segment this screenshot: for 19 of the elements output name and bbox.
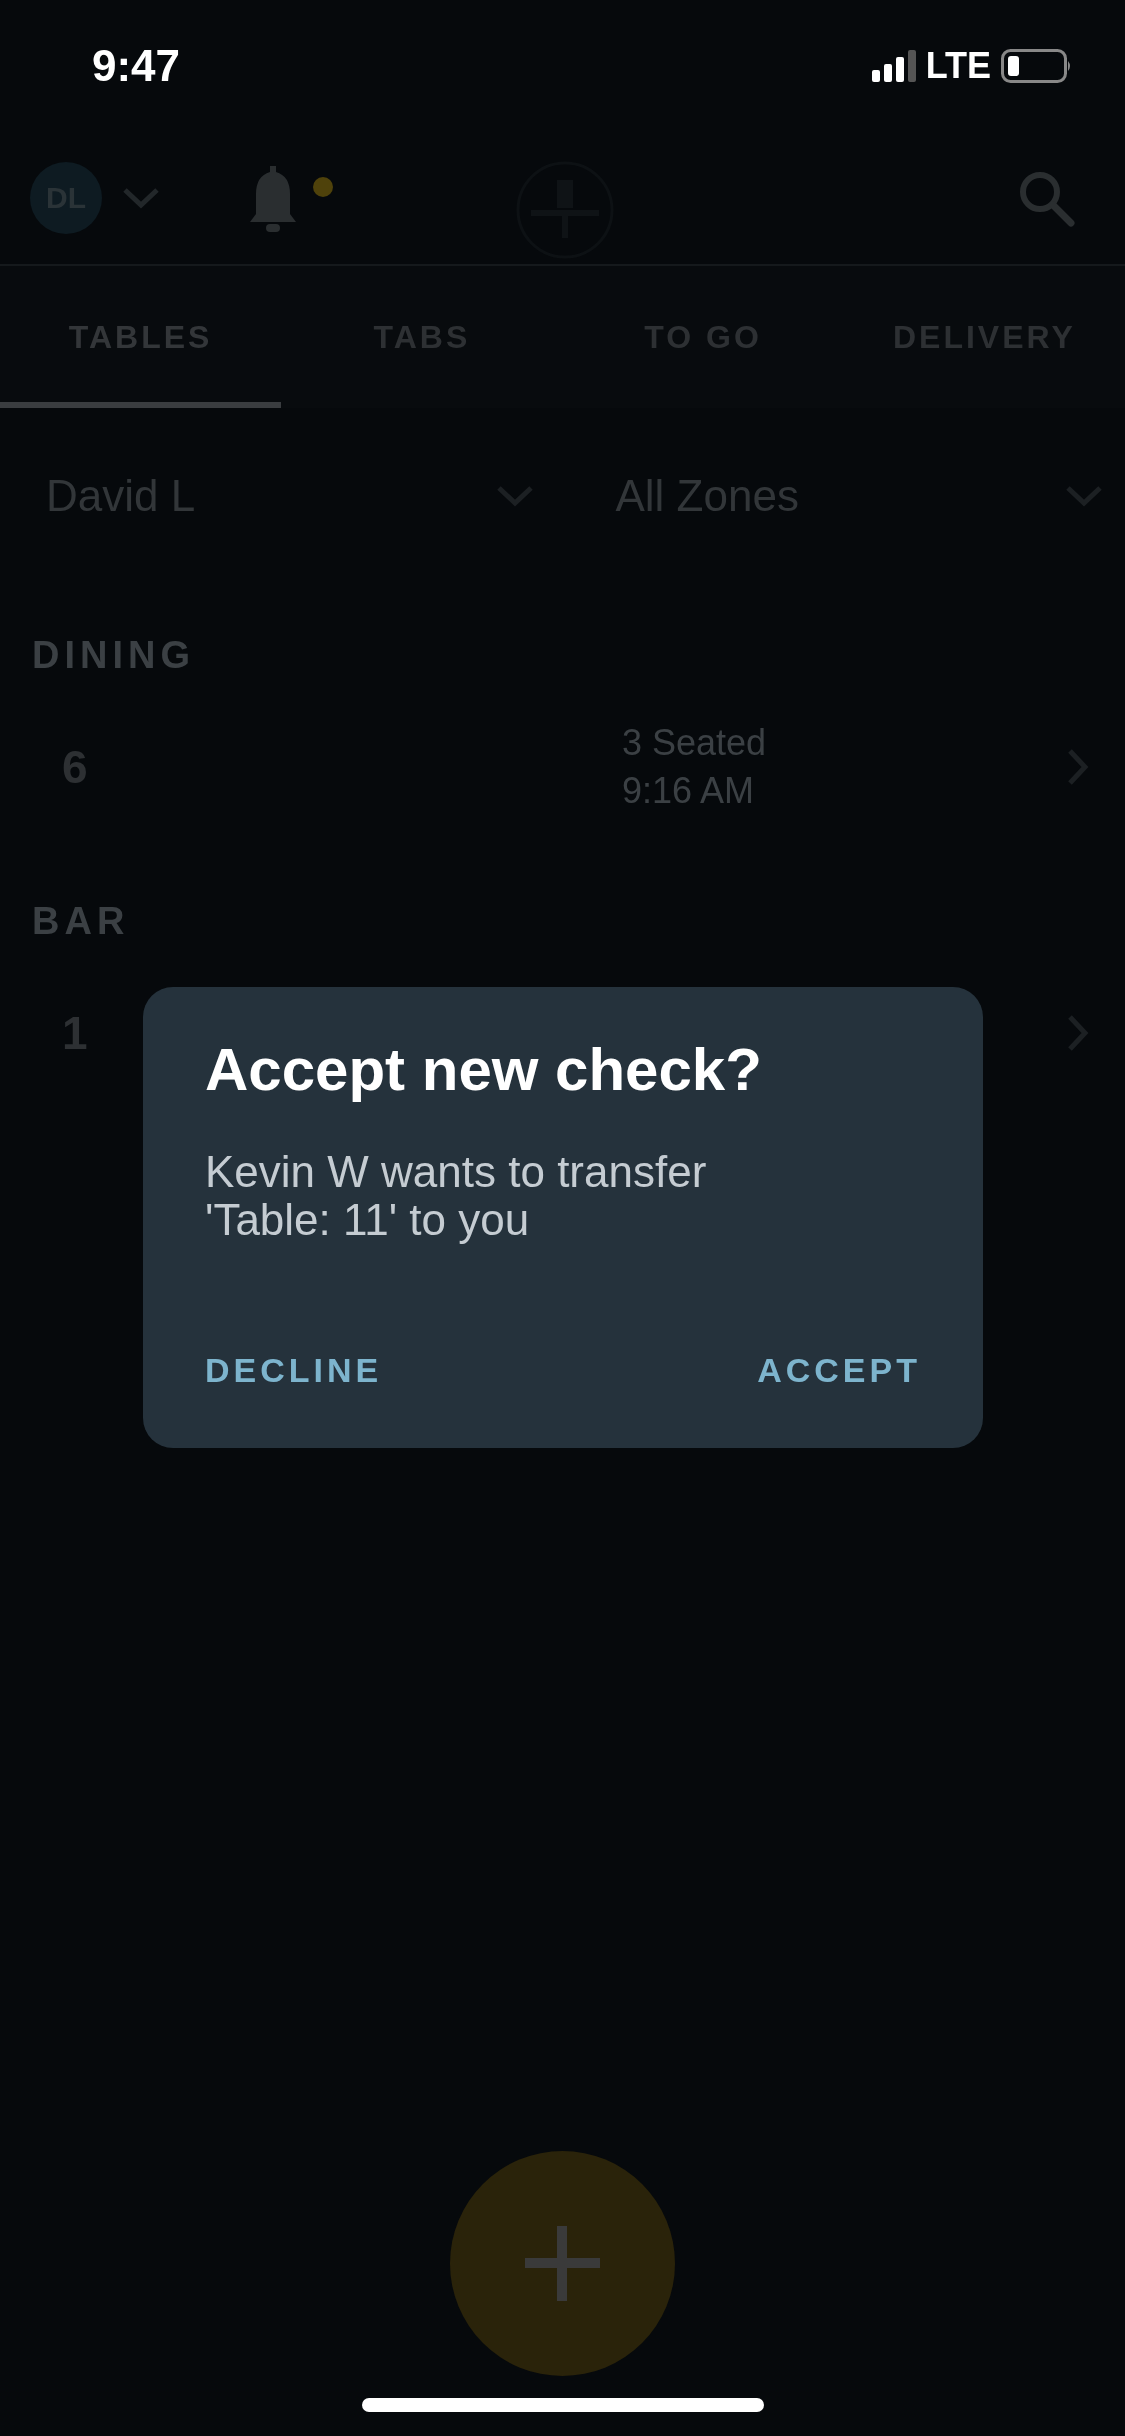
home-indicator[interactable] — [362, 2398, 764, 2412]
table-status: 3 Seated — [622, 721, 768, 765]
section-header: BAR — [31, 899, 131, 944]
search-icon[interactable] — [1017, 169, 1075, 227]
clock-time: 9:47 — [92, 41, 181, 91]
dialog-button[interactable]: DECLINE — [197, 1345, 391, 1396]
chevron-right-icon[interactable] — [1067, 748, 1089, 786]
signal-icon — [871, 50, 916, 82]
chevron-down-icon[interactable] — [122, 187, 160, 209]
section-header: DINING — [31, 633, 196, 678]
table-status: 9:16 AM — [622, 769, 756, 813]
battery-icon — [1001, 49, 1073, 83]
dialog-message: Kevin W wants to transfer 'Table: 11' to you — [205, 1148, 708, 1244]
add-button[interactable] — [450, 2151, 675, 2376]
network-label: LTE — [925, 45, 991, 87]
chevron-down-icon — [495, 485, 534, 507]
dialog-button[interactable]: ACCEPT — [749, 1345, 929, 1396]
dialog-title: Accept new check? — [205, 1035, 763, 1104]
chevron-right-icon[interactable] — [1067, 1014, 1089, 1052]
